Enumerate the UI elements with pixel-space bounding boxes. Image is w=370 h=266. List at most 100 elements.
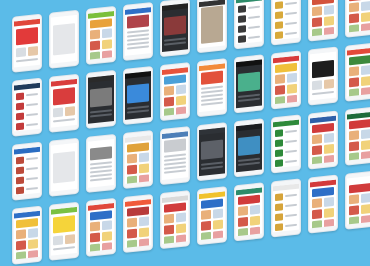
text-line bbox=[26, 113, 38, 117]
product-tile bbox=[361, 1, 370, 12]
product-tile bbox=[139, 227, 149, 238]
app-header-bar bbox=[273, 183, 299, 192]
product-tile bbox=[127, 175, 137, 184]
phone-screen bbox=[125, 7, 151, 56]
product-tile bbox=[164, 213, 174, 224]
list-thumb bbox=[275, 11, 283, 20]
product-tile bbox=[312, 17, 322, 28]
phone-screen bbox=[51, 78, 77, 128]
phone-screen bbox=[51, 206, 77, 256]
product-tile bbox=[139, 174, 149, 184]
product-tile bbox=[102, 220, 112, 231]
phone-screenshot bbox=[86, 5, 116, 65]
list-thumb bbox=[275, 139, 283, 148]
catalog-banner bbox=[164, 202, 186, 213]
product-tile bbox=[349, 88, 359, 97]
app-header-bar bbox=[88, 75, 114, 83]
text-line bbox=[164, 41, 186, 46]
catalog-banner bbox=[349, 183, 370, 194]
product-tile bbox=[250, 215, 260, 226]
product-tile bbox=[127, 164, 137, 175]
product-tile bbox=[127, 217, 137, 228]
phone-screenshot bbox=[123, 65, 153, 126]
product-tile bbox=[201, 220, 211, 231]
product-tile bbox=[238, 205, 248, 216]
phone-screenshot bbox=[86, 133, 116, 193]
phone-screen bbox=[162, 131, 188, 180]
text-line bbox=[26, 157, 38, 161]
product-tile bbox=[361, 12, 370, 23]
text-line bbox=[285, 21, 297, 26]
text-line bbox=[127, 45, 149, 50]
phone-screenshot bbox=[86, 197, 116, 257]
phone-screenshot bbox=[160, 0, 190, 58]
product-tile bbox=[275, 74, 285, 85]
text-line bbox=[312, 90, 334, 96]
list-thumb bbox=[16, 122, 24, 131]
product-tile bbox=[139, 216, 149, 227]
phone-screen bbox=[88, 11, 114, 60]
text-line bbox=[164, 169, 186, 174]
product-tile bbox=[53, 107, 63, 118]
phone-screen bbox=[310, 115, 336, 165]
phone-screenshot bbox=[271, 50, 301, 110]
phone-screen bbox=[51, 14, 77, 64]
phone-screenshot bbox=[345, 0, 370, 38]
text-line bbox=[26, 167, 38, 171]
phone-screen bbox=[199, 0, 225, 49]
phone-screenshot bbox=[345, 170, 370, 230]
text-line bbox=[285, 1, 297, 6]
phone-screenshot bbox=[197, 122, 227, 182]
list-thumb bbox=[275, 203, 283, 212]
text-line bbox=[26, 93, 38, 97]
text-line bbox=[285, 223, 297, 228]
product-tile bbox=[349, 152, 359, 161]
app-header-bar bbox=[51, 78, 77, 87]
text-line bbox=[53, 246, 75, 251]
product-tile bbox=[164, 96, 174, 107]
text-line bbox=[53, 118, 75, 123]
article-image bbox=[201, 70, 223, 85]
phone-screenshot bbox=[308, 110, 338, 170]
app-screenshot-mosaic bbox=[0, 0, 370, 265]
phone-screenshot bbox=[308, 46, 338, 106]
catalog-banner bbox=[90, 18, 112, 29]
phone-screen bbox=[199, 63, 225, 113]
phone-screen bbox=[273, 119, 299, 169]
phone-screen bbox=[162, 67, 188, 116]
phone-screen bbox=[162, 3, 188, 52]
product-tile bbox=[16, 229, 26, 240]
catalog-banner bbox=[164, 74, 186, 85]
phone-screen bbox=[125, 135, 151, 184]
app-header-bar bbox=[199, 127, 225, 136]
phone-screen bbox=[236, 59, 262, 109]
product-tile bbox=[349, 216, 359, 225]
product-tile bbox=[176, 106, 186, 116]
list-thumb bbox=[16, 92, 24, 101]
product-tile bbox=[164, 85, 174, 96]
product-tile bbox=[312, 80, 322, 91]
phone-screenshot bbox=[160, 62, 190, 122]
product-tile bbox=[65, 234, 75, 245]
product-tile bbox=[102, 242, 112, 252]
phone-screen bbox=[199, 191, 225, 241]
product-tile bbox=[90, 40, 100, 51]
article-image bbox=[164, 138, 186, 153]
product-tile bbox=[127, 239, 137, 248]
text-line bbox=[26, 177, 38, 181]
product-tile bbox=[16, 240, 26, 251]
app-header-bar bbox=[236, 123, 262, 132]
phone-screen bbox=[14, 82, 40, 132]
catalog-banner bbox=[312, 186, 334, 198]
phone-screenshot bbox=[12, 141, 42, 201]
phone-screenshot bbox=[271, 114, 301, 174]
text-line bbox=[285, 129, 297, 134]
text-line bbox=[248, 35, 260, 39]
product-tile bbox=[361, 23, 370, 33]
list-thumb bbox=[16, 176, 24, 185]
phone-screen bbox=[125, 199, 151, 248]
app-header-bar bbox=[236, 59, 262, 68]
product-tile bbox=[324, 15, 334, 26]
phone-screenshot bbox=[123, 193, 153, 254]
catalog-banner bbox=[201, 198, 223, 209]
